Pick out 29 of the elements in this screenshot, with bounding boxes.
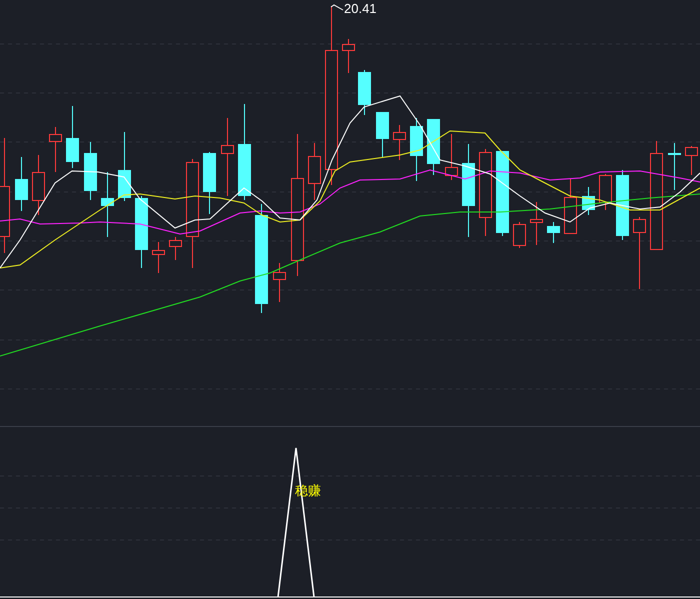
candlestick [32,154,45,216]
leader-line [330,4,344,10]
candlestick [530,202,543,246]
candlestick [376,112,389,158]
candlestick [273,262,286,302]
candlestick [358,70,371,116]
high-price-label: 20.41 [344,1,377,17]
candlestick [513,222,526,248]
candlestick [118,132,131,202]
candlestick [547,222,560,244]
candlestick [427,118,440,176]
candlestick [308,142,321,200]
candlestick [445,134,458,180]
candlestick [410,118,423,182]
candlestick [101,172,114,238]
candlestick [169,236,182,260]
candlestick [342,38,355,74]
candlestick [599,174,612,210]
candlestick [49,126,62,172]
candlestick [66,106,79,168]
candlestick [152,242,165,274]
candlestick [616,170,629,240]
candlestick [564,178,577,234]
candlestick [582,186,595,216]
candlestick [203,152,216,214]
candlestick [393,124,406,160]
candlestick [668,142,681,190]
candlestick [15,156,28,212]
candlestick [84,142,97,200]
